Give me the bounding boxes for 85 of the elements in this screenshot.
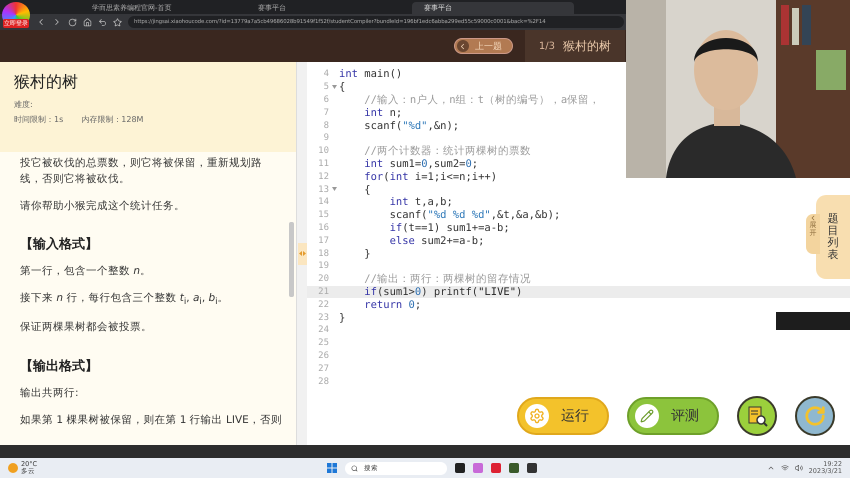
code-line: int main() bbox=[339, 68, 402, 80]
memory-limit: 内存限制：128M bbox=[81, 114, 144, 125]
paragraph: 接下来 n 行，每行包含三个整数 t$_{i}$, a$_{i}$, b$_{i}$。 bbox=[20, 291, 230, 310]
line-number: 4 bbox=[322, 69, 329, 80]
code-line: scanf("%d %d %d",&t,&a,&b); bbox=[388, 209, 560, 222]
wifi-icon[interactable] bbox=[780, 464, 789, 472]
line-number: 26 bbox=[317, 350, 329, 361]
line-number: 14 bbox=[317, 197, 329, 208]
judge-button[interactable]: 评测 bbox=[627, 397, 719, 435]
pencil-icon bbox=[635, 404, 659, 428]
problem-title: 猴村的树 bbox=[14, 72, 79, 93]
line-number: 20 bbox=[317, 274, 329, 284]
line-number: 28 bbox=[317, 376, 329, 387]
line-number: 9 bbox=[322, 133, 329, 144]
document-search-button[interactable] bbox=[737, 396, 777, 436]
code-line: { bbox=[339, 81, 346, 94]
app-icon[interactable] bbox=[454, 463, 465, 473]
app-icon[interactable] bbox=[526, 463, 537, 473]
paragraph: 保证两棵果树都会被投票。 bbox=[20, 320, 153, 336]
line-number: 8 bbox=[322, 120, 329, 131]
line-number: 11 bbox=[317, 158, 329, 169]
paragraph: 第一行，包含一个整数 n。 bbox=[20, 264, 152, 280]
line-number: 17 bbox=[317, 236, 329, 246]
gear-icon bbox=[525, 404, 549, 428]
time-limit: 时间限制：1s bbox=[14, 114, 64, 125]
problem-list-tab[interactable]: 题目列表 bbox=[816, 195, 850, 279]
app-icon[interactable] bbox=[508, 463, 519, 473]
code-line: int t,a,b; bbox=[388, 196, 453, 208]
line-number: 10 bbox=[317, 146, 329, 156]
paragraph: 投它被砍伐的总票数，则它将被保留，重新规划路线，否则它将被砍伐。 bbox=[20, 156, 263, 187]
paragraph: 输出共两行: bbox=[20, 386, 80, 401]
refresh-icon bbox=[804, 405, 826, 427]
line-number: 18 bbox=[317, 248, 329, 259]
line-number: 19 bbox=[317, 261, 329, 272]
fold-arrow-icon[interactable] bbox=[332, 84, 336, 89]
line-number: 16 bbox=[317, 222, 329, 233]
line-number: 21 bbox=[317, 286, 329, 297]
paragraph: 请你帮助小猴完成这个统计任务。 bbox=[20, 198, 186, 214]
code-line: if(sum1>0) printf("LIVE") bbox=[363, 286, 522, 298]
line-number: 6 bbox=[322, 94, 329, 105]
code-line: else sum2+=a-b; bbox=[388, 234, 484, 247]
fold-arrow-icon[interactable] bbox=[332, 187, 336, 192]
chevron-left-icon bbox=[809, 214, 817, 222]
line-number: 22 bbox=[317, 300, 329, 310]
chevron-up-icon[interactable] bbox=[766, 464, 775, 472]
line-number: 15 bbox=[317, 210, 329, 220]
section-heading: 【输出格式】 bbox=[20, 358, 99, 375]
code-line: int n; bbox=[363, 106, 402, 119]
code-line: //输入：n户人，n组：t（树的编号），a保留， bbox=[363, 93, 600, 107]
line-number: 13 bbox=[317, 184, 329, 195]
search-icon bbox=[350, 464, 358, 472]
run-button[interactable]: 运行 bbox=[517, 397, 609, 435]
undo-icon[interactable] bbox=[98, 18, 107, 26]
document-search-icon bbox=[746, 405, 768, 427]
problem-counter: 1/3 bbox=[538, 40, 555, 52]
line-number: 5 bbox=[322, 82, 329, 92]
code-line: scanf("%d",&n); bbox=[363, 120, 460, 132]
line-number: 25 bbox=[317, 338, 329, 348]
splitter-handle[interactable] bbox=[298, 242, 306, 264]
home-icon[interactable] bbox=[83, 18, 92, 26]
line-number: 7 bbox=[322, 108, 329, 118]
code-line: { bbox=[363, 184, 371, 196]
chevron-left-icon bbox=[456, 40, 469, 52]
code-line: //输出：两行：两棵树的留存情况 bbox=[363, 272, 531, 286]
code-line: for(int i=1;i<=n;i++) bbox=[363, 170, 498, 183]
scrollbar[interactable] bbox=[289, 222, 294, 297]
line-number: 27 bbox=[317, 364, 329, 374]
code-line: } bbox=[363, 248, 371, 260]
windows-icon[interactable] bbox=[326, 463, 337, 473]
line-number: 23 bbox=[317, 312, 329, 323]
paragraph: 如果第 1 棵果树被保留，则在第 1 行输出 LIVE，否则 bbox=[20, 412, 282, 428]
star-icon[interactable] bbox=[113, 18, 122, 26]
line-number: 12 bbox=[317, 172, 329, 182]
reload-icon[interactable] bbox=[68, 18, 77, 26]
header-title: 猴村的树 bbox=[563, 38, 611, 54]
code-line: } bbox=[339, 312, 346, 324]
section-heading: 【输入格式】 bbox=[20, 236, 99, 254]
difficulty-label: 难度: bbox=[14, 99, 33, 110]
code-line: int sum1=0,sum2=0; bbox=[363, 158, 478, 170]
code-line: return 0; bbox=[363, 298, 422, 311]
code-line: if(t==1) sum1+=a-b; bbox=[388, 222, 510, 234]
refresh-button[interactable] bbox=[795, 396, 835, 436]
code-line: //两个计数器：统计两棵树的票数 bbox=[363, 144, 531, 158]
line-number: 24 bbox=[317, 325, 329, 336]
speaker-icon[interactable] bbox=[794, 464, 803, 472]
